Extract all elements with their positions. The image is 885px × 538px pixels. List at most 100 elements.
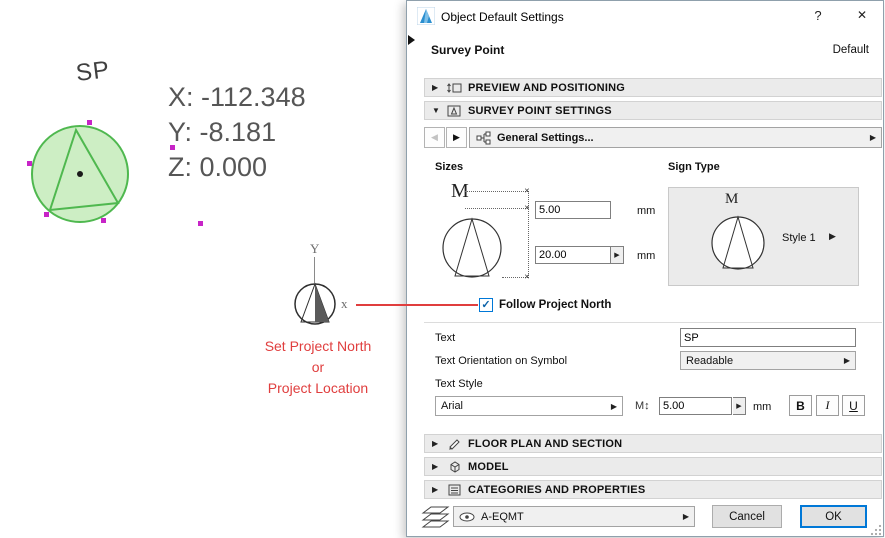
annotation-text: Set Project North or Project Location: [238, 336, 398, 399]
unit-label: mm: [637, 250, 655, 262]
symbol-size-input[interactable]: [535, 246, 611, 264]
text-input[interactable]: [680, 328, 856, 347]
hotspot-handle[interactable]: [87, 120, 92, 125]
unit-label: mm: [637, 205, 655, 217]
sign-type-label: Sign Type: [668, 161, 720, 173]
font-size-input[interactable]: [659, 397, 732, 415]
font-size-flyout-button[interactable]: ▶: [733, 397, 746, 415]
chevron-right-icon: ▶: [432, 83, 441, 92]
survey-point-text-label: SP: [74, 56, 111, 88]
hotspot-handle[interactable]: [101, 218, 106, 223]
panel-marker-icon: [408, 35, 415, 45]
chevron-down-icon: ▼: [432, 106, 441, 115]
section-label: SURVEY POINT SETTINGS: [468, 105, 612, 117]
layers-icon[interactable]: [420, 504, 450, 530]
coord-x: X: -112.348: [168, 80, 306, 115]
settings-page-dropdown[interactable]: General Settings... ▶: [469, 127, 882, 148]
section-model[interactable]: ▶ MODEL: [424, 457, 882, 476]
hotspot-handle[interactable]: [27, 161, 32, 166]
layer-dropdown[interactable]: A-EQMT ▶: [453, 506, 695, 527]
section-categories-and-properties[interactable]: ▶ CATEGORIES AND PROPERTIES: [424, 480, 882, 499]
annotation-line: [356, 304, 478, 306]
font-name: Arial: [441, 400, 463, 412]
help-button[interactable]: ?: [809, 8, 827, 26]
text-height-icon: M↕: [635, 400, 650, 412]
prev-settings-button[interactable]: ◀: [424, 127, 445, 148]
survey-point-symbol[interactable]: [28, 122, 132, 226]
preview-symbol: [440, 216, 504, 280]
resize-grip[interactable]: [870, 524, 882, 536]
settings-page-value: General Settings...: [497, 132, 594, 144]
section-label: PREVIEW AND POSITIONING: [468, 82, 625, 94]
bold-button[interactable]: B: [789, 395, 812, 416]
title-bar[interactable]: Object Default Settings ? ✕: [407, 1, 883, 31]
cube-icon: [447, 460, 462, 474]
eye-icon: [459, 512, 475, 522]
coord-z: Z: 0.000: [168, 150, 306, 185]
floor-plan-icon: [447, 437, 462, 451]
sizes-label: Sizes: [435, 161, 463, 173]
text-height-input[interactable]: [535, 201, 611, 219]
section-label: CATEGORIES AND PROPERTIES: [468, 484, 645, 496]
style-m-letter: M: [725, 191, 738, 208]
measure-line: [465, 208, 528, 209]
annotation-line-3: Project Location: [238, 378, 398, 399]
symbol-size-flyout-button[interactable]: ▶: [611, 246, 624, 264]
measure-mark-icon: ✕: [524, 187, 530, 195]
axis-y-label: Y: [310, 241, 319, 257]
style-symbol: [709, 214, 767, 272]
underline-button[interactable]: U: [842, 395, 865, 416]
orientation-label: Text Orientation on Symbol: [435, 355, 567, 367]
chevron-right-icon: ▶: [432, 485, 441, 494]
north-symbol[interactable]: [293, 282, 337, 326]
floor-plan-canvas[interactable]: SP X: -112.348 Y: -8.181 Z: 0.000 Y x Se…: [0, 0, 885, 538]
ok-button[interactable]: OK: [800, 505, 867, 528]
hotspot-handle[interactable]: [44, 212, 49, 217]
annotation-line-1: Set Project North: [238, 336, 398, 357]
check-icon: ✓: [480, 299, 492, 311]
follow-project-north-checkbox[interactable]: ✓: [479, 298, 493, 312]
coordinate-readout: X: -112.348 Y: -8.181 Z: 0.000: [168, 80, 306, 185]
text-style-label: Text Style: [435, 378, 483, 390]
next-settings-button[interactable]: ▶: [446, 127, 467, 148]
list-icon: [447, 483, 462, 497]
font-dropdown[interactable]: Arial ▶: [435, 396, 623, 416]
coord-y: Y: -8.181: [168, 115, 306, 150]
layer-name: A-EQMT: [481, 511, 524, 523]
survey-settings-icon: [447, 104, 462, 118]
orientation-value: Readable: [686, 355, 733, 367]
unit-label: mm: [753, 401, 771, 413]
dialog-title: Object Default Settings: [441, 10, 564, 24]
flyout-arrow-icon[interactable]: ▶: [829, 231, 836, 242]
orientation-dropdown[interactable]: Readable ▶: [680, 351, 856, 370]
default-label[interactable]: Default: [807, 44, 869, 56]
measure-mark-icon: ✕: [524, 273, 530, 281]
object-default-settings-dialog: Object Default Settings ? ✕ Survey Point…: [406, 0, 884, 537]
preview-positioning-icon: [447, 81, 462, 95]
section-preview-positioning[interactable]: ▶ PREVIEW AND POSITIONING: [424, 78, 882, 97]
cancel-button[interactable]: Cancel: [712, 505, 782, 528]
hotspot-handle[interactable]: [198, 221, 203, 226]
axis-y-line: [314, 257, 315, 283]
app-icon: [417, 7, 435, 25]
sign-type-selector[interactable]: M Style 1 ▶: [668, 187, 859, 286]
annotation-line-2: or: [238, 357, 398, 378]
measure-line: [465, 191, 528, 192]
hierarchy-icon: [476, 131, 491, 145]
section-label: MODEL: [468, 461, 509, 473]
divider: [424, 322, 882, 323]
section-label: FLOOR PLAN AND SECTION: [468, 438, 622, 450]
measure-mark-icon: ✕: [524, 204, 530, 212]
section-survey-point-settings[interactable]: ▼ SURVEY POINT SETTINGS: [424, 101, 882, 120]
flyout-arrow-icon: ▶: [683, 512, 689, 521]
section-floor-plan-and-section[interactable]: ▶ FLOOR PLAN AND SECTION: [424, 434, 882, 453]
follow-project-north-label: Follow Project North: [499, 299, 611, 311]
close-button[interactable]: ✕: [853, 8, 871, 26]
chevron-right-icon: ▶: [432, 439, 441, 448]
flyout-arrow-icon: ▶: [844, 356, 850, 365]
chevron-right-icon: ▶: [432, 462, 441, 471]
italic-button[interactable]: I: [816, 395, 839, 416]
axis-x-label: x: [341, 296, 348, 312]
flyout-arrow-icon: ▶: [870, 133, 876, 142]
style-name: Style 1: [782, 232, 816, 244]
